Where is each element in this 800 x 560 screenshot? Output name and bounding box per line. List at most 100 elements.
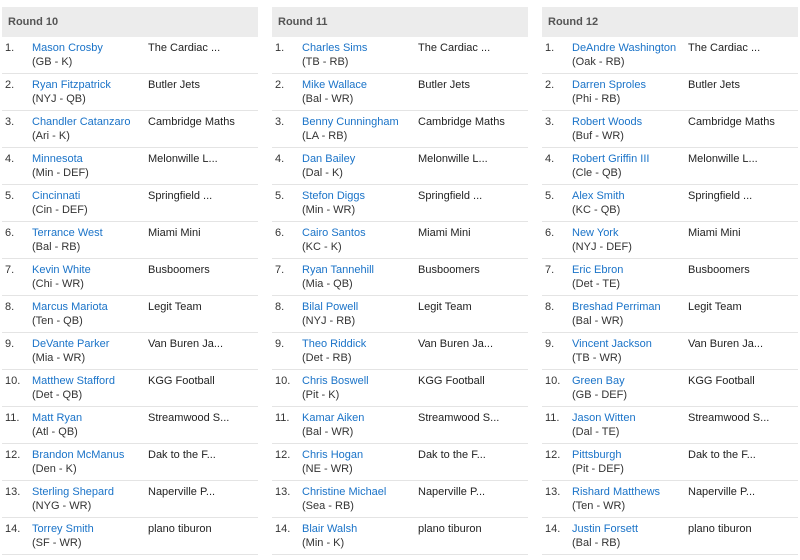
- player-cell: New York (NYJ - DEF): [572, 227, 682, 254]
- player-team-position: (TB - RB): [302, 56, 349, 68]
- player-name-link[interactable]: Darren Sproles: [572, 79, 682, 92]
- player-cell: Rishard Matthews (Ten - WR): [572, 486, 682, 513]
- player-name-link[interactable]: Chris Boswell: [302, 375, 412, 388]
- player-name-link[interactable]: DeAndre Washington: [572, 42, 682, 55]
- player-name-link[interactable]: Justin Forsett: [572, 523, 682, 536]
- player-cell: Kamar Aiken (Bal - WR): [302, 412, 412, 439]
- player-team-position: (Bal - WR): [572, 315, 624, 327]
- fantasy-team-name: Melonwille L...: [418, 153, 488, 165]
- player-name-link[interactable]: Stefon Diggs: [302, 190, 412, 203]
- fantasy-team-name: Springfield ...: [418, 190, 483, 202]
- player-name-link[interactable]: Charles Sims: [302, 42, 412, 55]
- fantasy-team-name: KGG Football: [148, 375, 215, 387]
- player-team-position: (Cle - QB): [572, 167, 622, 179]
- player-name-link[interactable]: Mike Wallace: [302, 79, 412, 92]
- pick-number: 10.: [545, 375, 561, 387]
- player-name-link[interactable]: Brandon McManus: [32, 449, 142, 462]
- player-name-link[interactable]: Cincinnati: [32, 190, 142, 203]
- player-name-link[interactable]: Green Bay: [572, 375, 682, 388]
- pick-row: 7. Ryan Tannehill (Mia - QB) Busboomers: [272, 259, 528, 296]
- pick-number: 3.: [545, 116, 555, 128]
- player-name-link[interactable]: Dan Bailey: [302, 153, 412, 166]
- fantasy-team-name: Naperville P...: [688, 486, 756, 498]
- player-name-link[interactable]: Theo Riddick: [302, 338, 412, 351]
- player-name-link[interactable]: Kevin White: [32, 264, 142, 277]
- pick-row: 14. Justin Forsett (Bal - RB) plano tiburon: [542, 518, 798, 555]
- player-name-link[interactable]: Matt Ryan: [32, 412, 142, 425]
- player-name-link[interactable]: Cairo Santos: [302, 227, 412, 240]
- pick-row: 1. Charles Sims (TB - RB) The Cardiac ...: [272, 37, 528, 74]
- player-team-position: (NE - WR): [302, 463, 353, 475]
- player-name-link[interactable]: Rishard Matthews: [572, 486, 682, 499]
- player-team-position: (Min - DEF): [32, 167, 89, 179]
- player-team-position: (Bal - WR): [302, 426, 354, 438]
- pick-number: 11.: [5, 412, 20, 424]
- player-name-link[interactable]: Chris Hogan: [302, 449, 412, 462]
- player-name-link[interactable]: Torrey Smith: [32, 523, 142, 536]
- round-column: Round 10 1. Mason Crosby (GB - K) The Cardia…: [2, 7, 258, 555]
- draft-board: Round 10 1. Mason Crosby (GB - K) The Cardia…: [0, 0, 800, 560]
- player-name-link[interactable]: New York: [572, 227, 682, 240]
- player-cell: Ryan Tannehill (Mia - QB): [302, 264, 412, 291]
- player-name-link[interactable]: Mason Crosby: [32, 42, 142, 55]
- player-name-link[interactable]: Terrance West: [32, 227, 142, 240]
- pick-row: 2. Darren Sproles (Phi - RB) Butler Jets: [542, 74, 798, 111]
- fantasy-team-name: Naperville P...: [418, 486, 486, 498]
- player-name-link[interactable]: Eric Ebron: [572, 264, 682, 277]
- player-cell: Jason Witten (Dal - TE): [572, 412, 682, 439]
- fantasy-team-name: plano tiburon: [418, 523, 482, 535]
- player-cell: Chris Boswell (Pit - K): [302, 375, 412, 402]
- fantasy-team-name: Busboomers: [418, 264, 480, 276]
- player-name-link[interactable]: Robert Woods: [572, 116, 682, 129]
- player-cell: DeVante Parker (Mia - WR): [32, 338, 142, 365]
- pick-number: 5.: [545, 190, 555, 202]
- player-name-link[interactable]: Blair Walsh: [302, 523, 412, 536]
- player-name-link[interactable]: Kamar Aiken: [302, 412, 412, 425]
- player-name-link[interactable]: Marcus Mariota: [32, 301, 142, 314]
- player-team-position: (Min - K): [302, 537, 345, 549]
- player-name-link[interactable]: Minnesota: [32, 153, 142, 166]
- pick-row: 4. Dan Bailey (Dal - K) Melonwille L...: [272, 148, 528, 185]
- player-team-position: (NYG - WR): [32, 500, 92, 512]
- pick-row: 8. Breshad Perriman (Bal - WR) Legit Team: [542, 296, 798, 333]
- player-name-link[interactable]: Matthew Stafford: [32, 375, 142, 388]
- player-cell: Sterling Shepard (NYG - WR): [32, 486, 142, 513]
- player-cell: Christine Michael (Sea - RB): [302, 486, 412, 513]
- player-cell: Chris Hogan (NE - WR): [302, 449, 412, 476]
- player-cell: Justin Forsett (Bal - RB): [572, 523, 682, 550]
- player-name-link[interactable]: Robert Griffin III: [572, 153, 682, 166]
- pick-number: 13.: [545, 486, 561, 498]
- player-name-link[interactable]: Pittsburgh: [572, 449, 682, 462]
- player-name-link[interactable]: Jason Witten: [572, 412, 682, 425]
- player-name-link[interactable]: DeVante Parker: [32, 338, 142, 351]
- fantasy-team-name: Springfield ...: [688, 190, 753, 202]
- player-name-link[interactable]: Bilal Powell: [302, 301, 412, 314]
- player-name-link[interactable]: Sterling Shepard: [32, 486, 142, 499]
- player-cell: Stefon Diggs (Min - WR): [302, 190, 412, 217]
- player-name-link[interactable]: Breshad Perriman: [572, 301, 682, 314]
- player-name-link[interactable]: Ryan Tannehill: [302, 264, 412, 277]
- fantasy-team-name: Naperville P...: [148, 486, 216, 498]
- player-name-link[interactable]: Christine Michael: [302, 486, 412, 499]
- pick-number: 11.: [545, 412, 560, 424]
- pick-number: 10.: [5, 375, 21, 387]
- player-team-position: (Den - K): [32, 463, 77, 475]
- player-name-link[interactable]: Chandler Catanzaro: [32, 116, 142, 129]
- fantasy-team-name: Dak to the F...: [418, 449, 486, 461]
- fantasy-team-name: Butler Jets: [418, 79, 470, 91]
- player-name-link[interactable]: Benny Cunningham: [302, 116, 412, 129]
- player-cell: DeAndre Washington (Oak - RB): [572, 42, 682, 69]
- round-header: Round 11: [272, 7, 528, 37]
- player-name-link[interactable]: Alex Smith: [572, 190, 682, 203]
- player-cell: Theo Riddick (Det - RB): [302, 338, 412, 365]
- pick-row: 2. Mike Wallace (Bal - WR) Butler Jets: [272, 74, 528, 111]
- pick-number: 4.: [275, 153, 285, 165]
- player-name-link[interactable]: Vincent Jackson: [572, 338, 682, 351]
- pick-number: 9.: [545, 338, 555, 350]
- fantasy-team-name: Miami Mini: [418, 227, 471, 239]
- pick-number: 12.: [5, 449, 21, 461]
- player-name-link[interactable]: Ryan Fitzpatrick: [32, 79, 142, 92]
- pick-row: 4. Robert Griffin III (Cle - QB) Melonwille…: [542, 148, 798, 185]
- pick-number: 6.: [275, 227, 285, 239]
- player-team-position: (KC - QB): [572, 204, 621, 216]
